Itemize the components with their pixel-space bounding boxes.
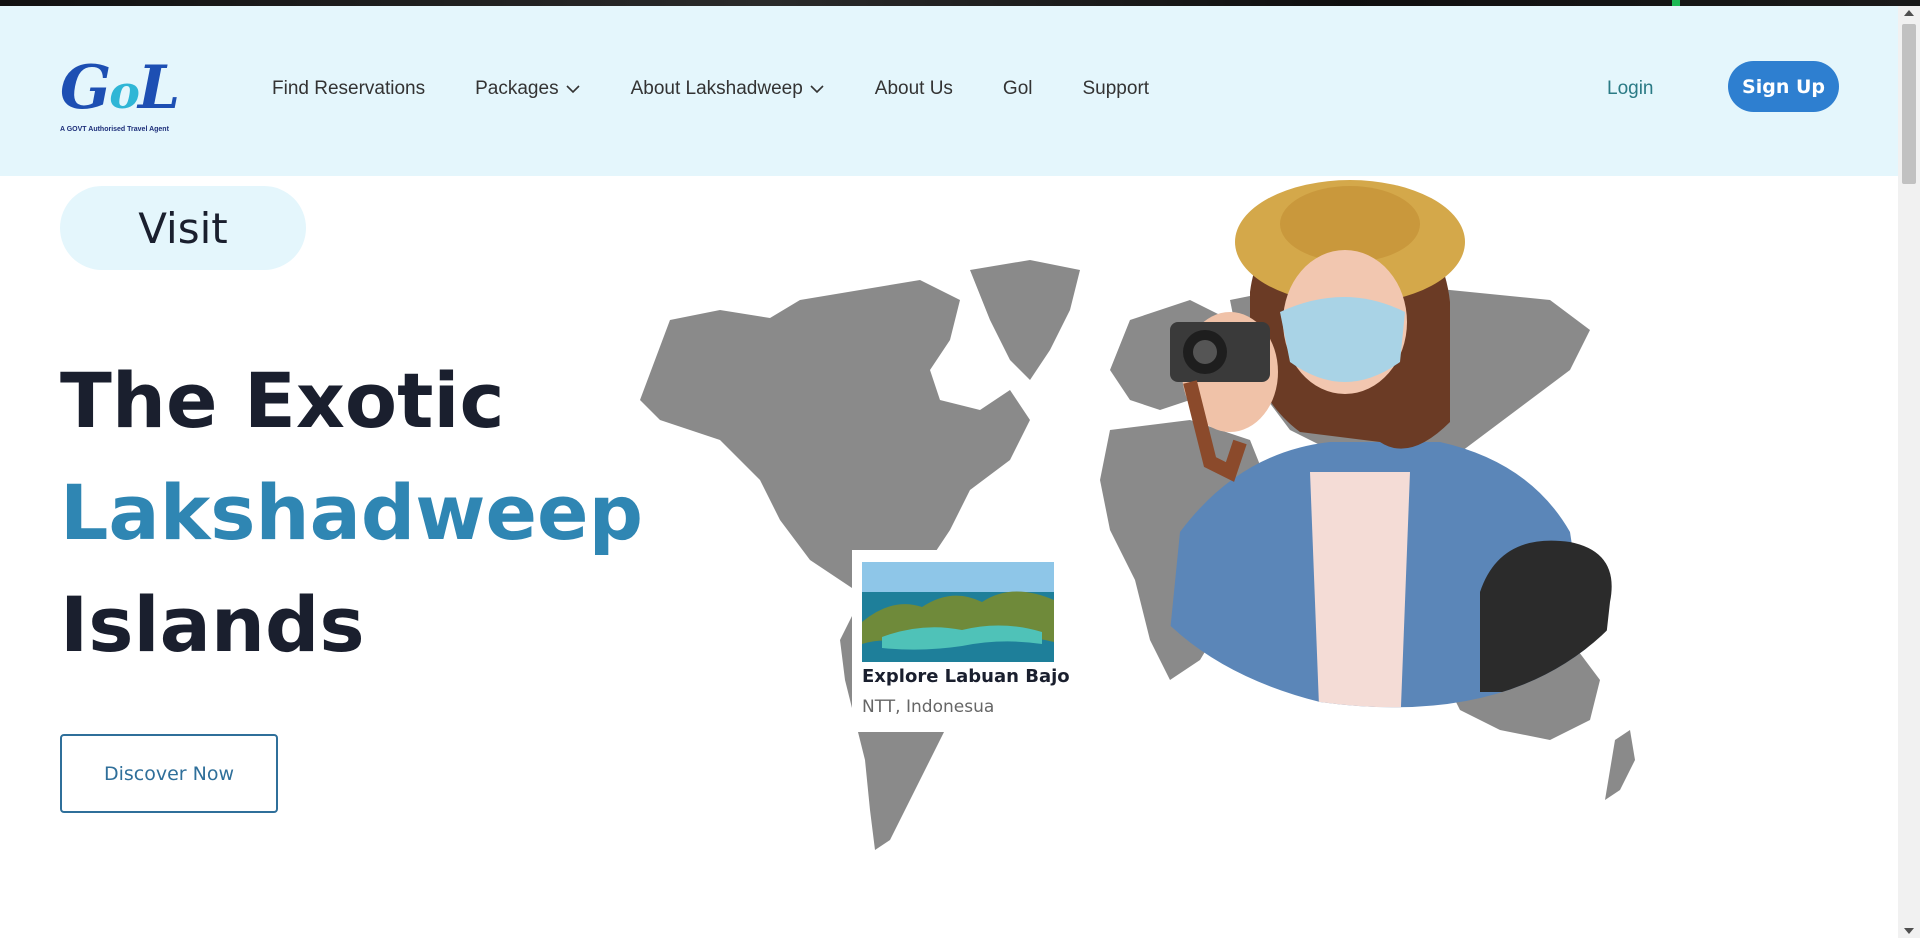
main-nav: Find Reservations Packages About Lakshad… bbox=[272, 78, 1199, 100]
site-header: GoL A GOVT Authorised Travel Agent Find … bbox=[0, 6, 1898, 176]
login-link[interactable]: Login bbox=[1607, 78, 1654, 100]
hero-headline: The Exotic Lakshadweep Islands bbox=[60, 345, 643, 681]
nav-label: About Us bbox=[874, 78, 953, 99]
handbag bbox=[1480, 540, 1612, 692]
sign-up-button[interactable]: Sign Up bbox=[1728, 61, 1839, 112]
chevron-down-icon bbox=[566, 85, 580, 94]
site-logo[interactable]: GoL A GOVT Authorised Travel Agent bbox=[60, 58, 185, 133]
nav-packages[interactable]: Packages bbox=[475, 78, 580, 100]
nav-label: Support bbox=[1082, 78, 1150, 99]
nav-about-us[interactable]: About Us bbox=[875, 78, 953, 100]
nav-label: Find Reservations bbox=[272, 78, 426, 99]
map-new-zealand bbox=[1605, 730, 1635, 800]
chevron-down-icon bbox=[810, 85, 824, 94]
destination-card[interactable]: Explore Labuan Bajo NTT, Indonesua bbox=[852, 550, 1072, 732]
nav-label: Gol bbox=[1002, 78, 1033, 99]
map-greenland bbox=[970, 260, 1080, 380]
scrollbar-thumb[interactable] bbox=[1902, 24, 1916, 184]
destination-title: Explore Labuan Bajo bbox=[862, 666, 1070, 687]
scroll-down-arrow-icon[interactable] bbox=[1904, 928, 1914, 934]
nav-label: Packages bbox=[475, 78, 559, 99]
inner-top bbox=[1310, 472, 1410, 708]
logo-tagline: A GOVT Authorised Travel Agent bbox=[60, 126, 169, 133]
headline-line-2: Lakshadweep bbox=[60, 468, 643, 557]
destination-location: NTT, Indonesua bbox=[862, 697, 995, 717]
visit-pill: Visit bbox=[60, 186, 306, 270]
nav-gol[interactable]: Gol bbox=[1003, 78, 1033, 100]
headline-line-3: Islands bbox=[60, 580, 365, 669]
nav-about-lakshadweep[interactable]: About Lakshadweep bbox=[631, 78, 825, 100]
nav-find-reservations[interactable]: Find Reservations bbox=[272, 78, 425, 100]
logo-mark: GoL bbox=[60, 53, 180, 123]
traveler-photo bbox=[1160, 180, 1612, 708]
destination-thumbnail bbox=[862, 562, 1054, 662]
nav-label: About Lakshadweep bbox=[630, 78, 803, 99]
scroll-up-arrow-icon[interactable] bbox=[1904, 10, 1914, 16]
headline-line-1: The Exotic bbox=[60, 356, 505, 445]
camera-lens-inner bbox=[1193, 340, 1217, 364]
discover-now-button[interactable]: Discover Now bbox=[60, 734, 278, 813]
nav-support[interactable]: Support bbox=[1083, 78, 1150, 100]
page-scrollbar[interactable] bbox=[1898, 6, 1920, 938]
